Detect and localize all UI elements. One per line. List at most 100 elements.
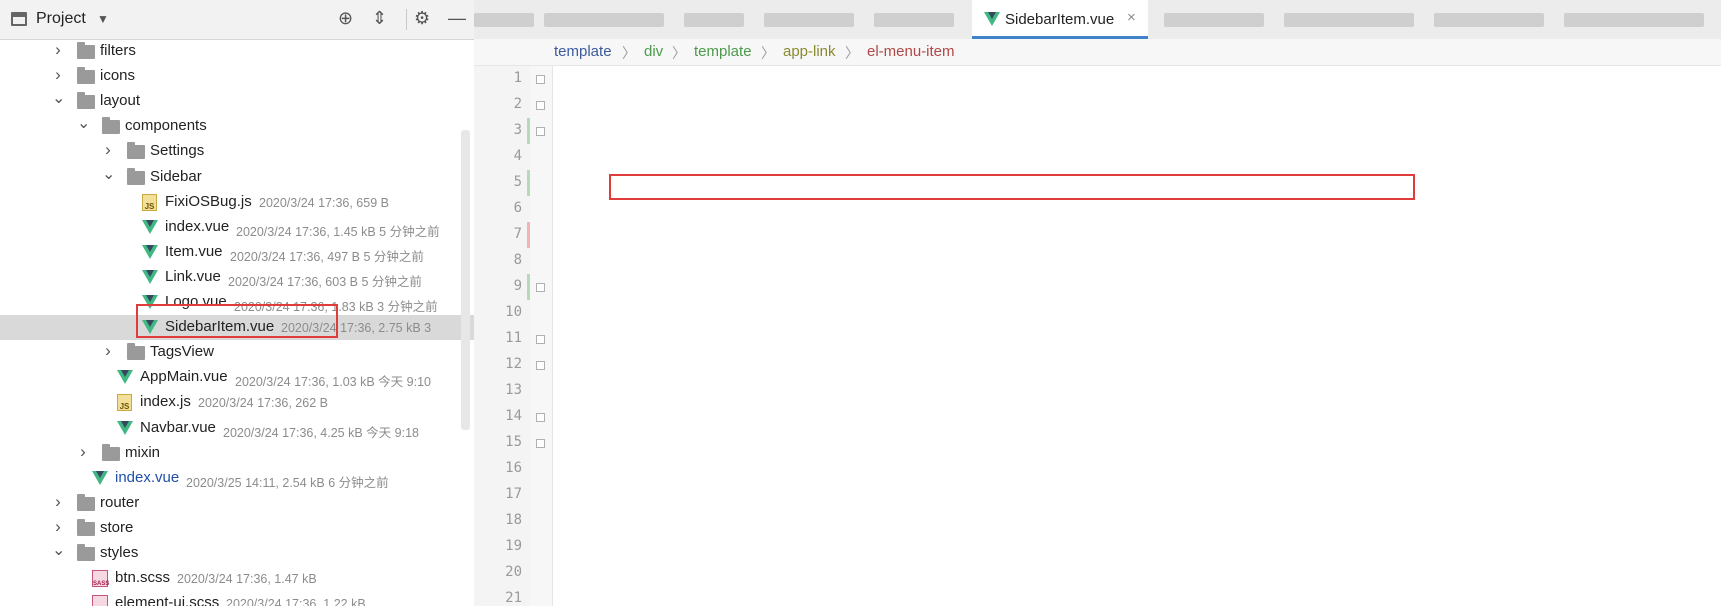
chevron-right-icon[interactable]: › [52, 492, 64, 512]
breadcrumb-separator: 〉 [761, 45, 775, 61]
fold-marker-icon[interactable] [536, 413, 545, 422]
tree-row[interactable]: Navbar.vue 2020/3/24 17:36, 4.25 kB 今天 9:… [0, 416, 474, 441]
blurred-tab[interactable] [1164, 13, 1264, 27]
tree-row[interactable]: › filters [0, 39, 474, 64]
tree-item-meta: 2020/3/24 17:36, 1.47 kB [177, 572, 317, 587]
tree-row[interactable]: SidebarItem.vue 2020/3/24 17:36, 2.75 kB … [0, 315, 474, 341]
blurred-tab[interactable] [1564, 13, 1704, 27]
fold-marker-icon[interactable] [536, 75, 545, 84]
tree-row[interactable]: AppMain.vue 2020/3/24 17:36, 1.03 kB 今天 9… [0, 365, 474, 390]
tree-row[interactable]: › router [0, 491, 474, 516]
js-file-icon: JS [117, 394, 132, 412]
blurred-tab[interactable] [764, 13, 854, 27]
tree-item-name: TagsView [150, 343, 214, 361]
tree-item-name: index.js [140, 393, 191, 411]
fold-marker-icon[interactable] [536, 335, 545, 344]
line-number: 12 [505, 356, 522, 372]
sass-file-icon: SASS [92, 570, 109, 588]
blurred-tab[interactable] [1434, 13, 1544, 27]
tree-row[interactable]: JS index.js 2020/3/24 17:36, 262 B [0, 390, 474, 415]
vcs-change-marker [527, 274, 530, 300]
tree-row[interactable]: ⌄ styles [0, 541, 474, 566]
chevron-down-icon[interactable]: ⌄ [77, 113, 90, 133]
tree-row[interactable]: › Settings [0, 139, 474, 164]
tree-row[interactable]: Logo.vue 2020/3/24 17:36, 1.83 kB 3 分钟之前 [0, 290, 474, 315]
tree-row[interactable]: index.vue 2020/3/24 17:36, 1.45 kB 5 分钟之前 [0, 215, 474, 240]
chevron-right-icon[interactable]: › [102, 140, 114, 160]
tree-row[interactable]: SASS btn.scss 2020/3/24 17:36, 1.47 kB [0, 566, 474, 591]
line-number: 18 [505, 512, 522, 528]
line-number: 3 [513, 122, 522, 138]
chevron-right-icon[interactable]: › [52, 40, 64, 60]
tree-item-name: components [125, 117, 207, 135]
project-panel: Project ▼ ⊕ ⇕ ⚙ — › filters › icons ⌄ layout ⌄… [0, 0, 475, 606]
tree-row[interactable]: Item.vue 2020/3/24 17:36, 497 B 5 分钟之前 [0, 240, 474, 265]
breadcrumb-item[interactable]: template [554, 43, 612, 60]
tree-row[interactable]: index.vue 2020/3/25 14:11, 2.54 kB 6 分钟之前 [0, 466, 474, 491]
minimize-icon[interactable]: — [448, 8, 466, 28]
vue-file-icon [142, 320, 158, 335]
line-number: 7 [513, 226, 522, 242]
sass-file-icon: SASS [92, 595, 108, 606]
fold-marker-icon[interactable] [536, 127, 545, 136]
chevron-right-icon[interactable]: › [52, 517, 64, 537]
chevron-down-icon[interactable]: ⌄ [52, 88, 65, 108]
line-number: 8 [513, 252, 522, 268]
chevron-right-icon[interactable]: › [52, 65, 64, 85]
vue-file-icon [117, 420, 133, 435]
chevron-right-icon[interactable]: › [102, 341, 114, 361]
chevron-down-icon[interactable]: ▼ [97, 12, 109, 26]
chevron-down-icon[interactable]: ⌄ [52, 540, 65, 560]
line-number: 19 [505, 538, 522, 554]
tree-row[interactable]: ⌄ components [0, 114, 474, 139]
tree-row[interactable]: › store [0, 516, 474, 541]
line-number: 17 [505, 486, 522, 502]
breadcrumb-item[interactable]: app-link [783, 43, 836, 60]
js-file-icon: JS [142, 193, 157, 211]
breadcrumb-item[interactable]: el-menu-item [867, 43, 955, 60]
fold-marker-icon[interactable] [536, 101, 545, 110]
chevron-right-icon[interactable]: › [77, 442, 89, 462]
breadcrumb-separator: 〉 [672, 45, 686, 61]
tree-row[interactable]: › icons [0, 64, 474, 89]
tree-scrollbar[interactable] [461, 130, 470, 430]
chevron-down-icon[interactable]: ⌄ [102, 164, 115, 184]
tab-sidebaritem-vue[interactable]: SidebarItem.vue × [972, 0, 1148, 39]
tree-row[interactable]: › mixin [0, 441, 474, 466]
gear-icon[interactable]: ⚙ [414, 8, 430, 28]
breadcrumb-item[interactable]: div [644, 43, 663, 60]
tree-item-name: FixiOSBug.js [165, 192, 252, 210]
blurred-tab[interactable] [544, 13, 664, 27]
blurred-tab[interactable] [1284, 13, 1414, 27]
breadcrumb-item[interactable]: template [694, 43, 752, 60]
blurred-tab[interactable] [874, 13, 954, 27]
tree-item-name: AppMain.vue [140, 368, 228, 386]
tree-item-meta: 2020/3/24 17:36, 1.83 kB 3 分钟之前 [234, 300, 438, 314]
blurred-tab[interactable] [474, 13, 534, 27]
tree-row[interactable]: › TagsView [0, 340, 474, 365]
line-number: 10 [505, 304, 522, 320]
code-area[interactable] [552, 66, 1721, 606]
tree-row[interactable]: SASS element-ui.scss 2020/3/24 17:36, 1.22… [0, 591, 474, 606]
blurred-tab[interactable] [684, 13, 744, 27]
collapse-all-icon[interactable]: ⇕ [372, 8, 387, 28]
tree-row[interactable]: Link.vue 2020/3/24 17:36, 603 B 5 分钟之前 [0, 265, 474, 290]
tree-item-name: Item.vue [165, 242, 223, 260]
tree-item-name: router [100, 493, 140, 511]
tree-row[interactable]: JS FixiOSBug.js 2020/3/24 17:36, 659 B [0, 190, 474, 215]
fold-marker-icon[interactable] [536, 361, 545, 370]
close-icon[interactable]: × [1127, 9, 1136, 26]
line-number: 11 [505, 330, 522, 346]
tree-item-meta: 2020/3/24 17:36, 497 B 5 分钟之前 [230, 249, 424, 264]
tree-item-meta: 2020/3/24 17:36, 262 B [198, 396, 328, 411]
tree-item-name: Link.vue [165, 267, 221, 285]
tree-row[interactable]: ⌄ Sidebar [0, 165, 474, 190]
tree-item-name: store [100, 518, 134, 536]
line-number-gutter: 1 2 3 4 5 6 7 8 9 10 11 12 13 14 15 16 17 18 19 20 21 [474, 66, 530, 606]
locate-icon[interactable]: ⊕ [338, 8, 353, 28]
tree-row[interactable]: ⌄ layout [0, 89, 474, 114]
project-panel-title[interactable]: Project [36, 10, 86, 28]
fold-marker-icon[interactable] [536, 283, 545, 292]
editor-tab-bar: SidebarItem.vue × [474, 0, 1721, 40]
fold-marker-icon[interactable] [536, 439, 545, 448]
